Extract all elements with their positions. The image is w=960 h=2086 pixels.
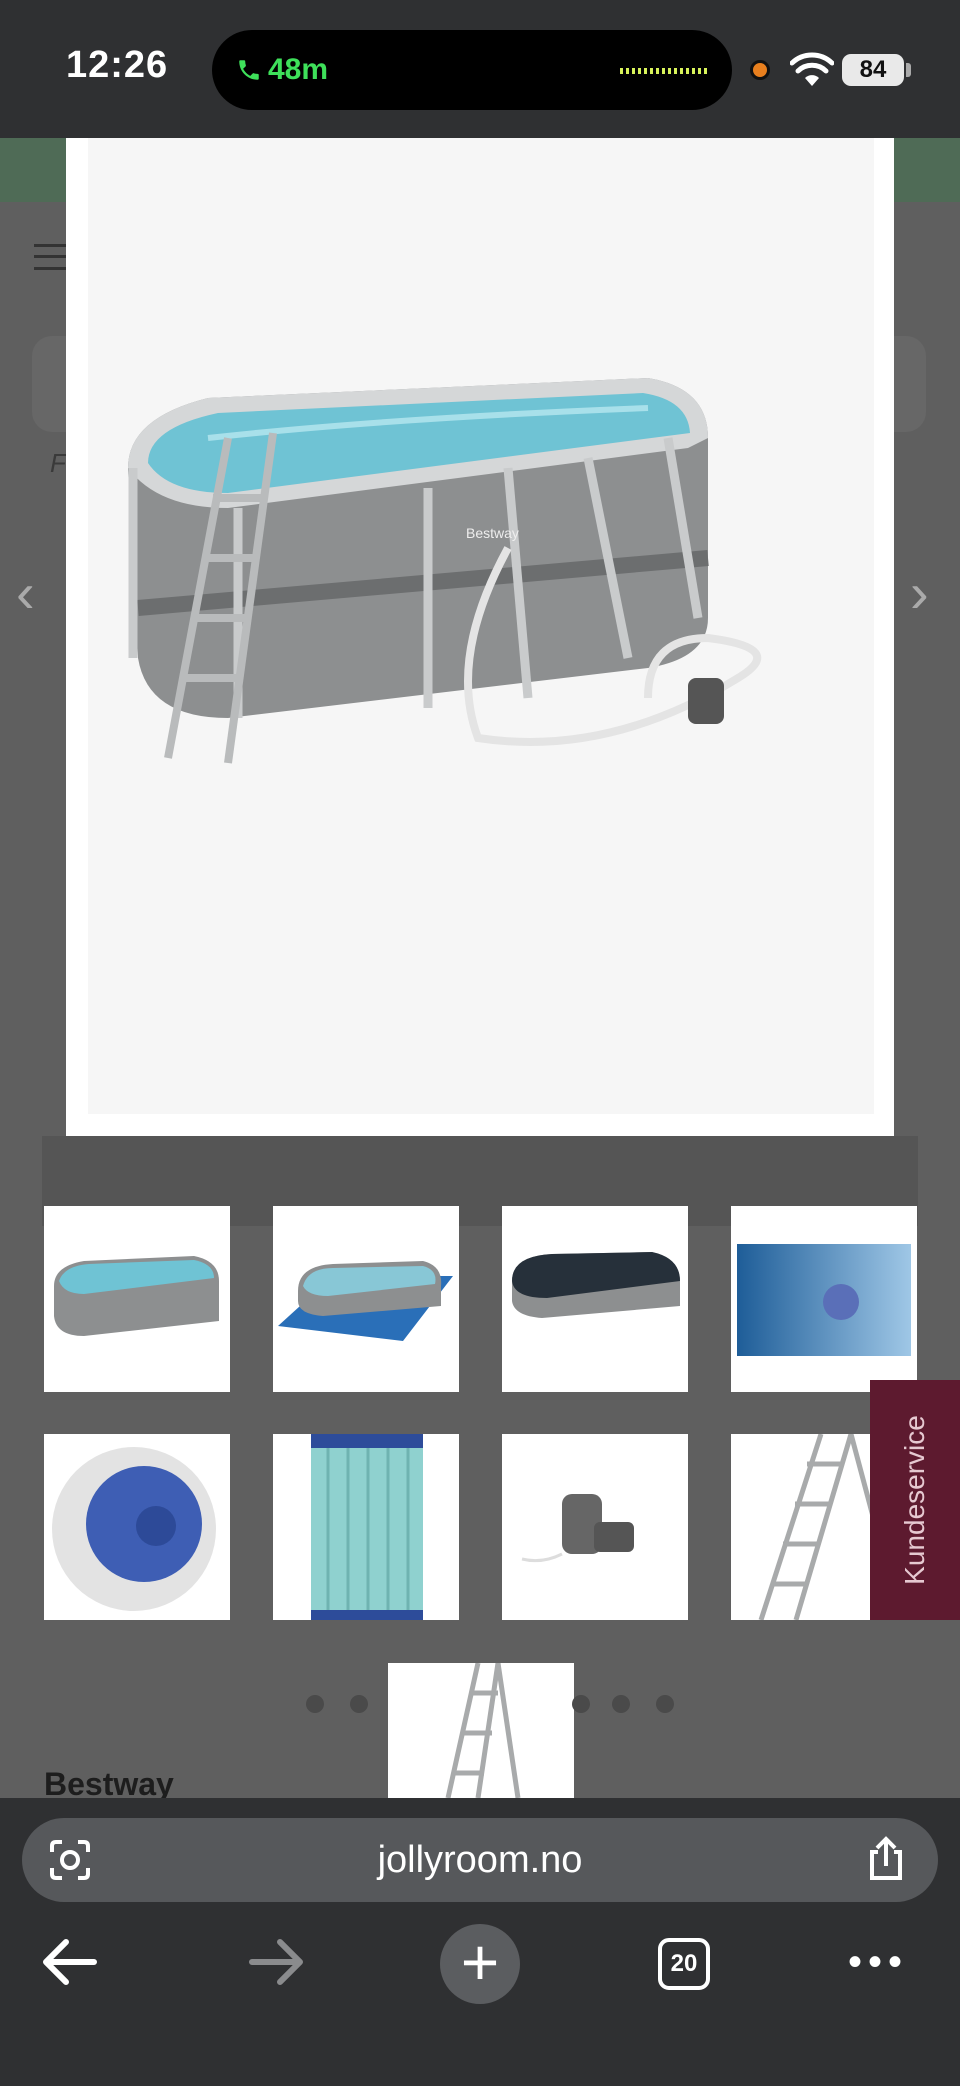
filter-cartridge-thumb-image — [311, 1434, 423, 1620]
cover-thumb-image — [512, 1252, 680, 1318]
address-bar[interactable]: jollyroom.no — [22, 1818, 938, 1902]
gallery-next-arrow-icon[interactable]: › — [910, 560, 929, 625]
thumb-skimmer-water[interactable] — [731, 1206, 917, 1392]
phone-icon — [239, 60, 259, 80]
groundcloth-thumb-image — [278, 1261, 453, 1341]
hamburger-menu-icon[interactable] — [34, 244, 68, 270]
breadcrumb: F — [50, 448, 66, 478]
visual-search-icon[interactable] — [48, 1838, 92, 1882]
thumb-pool-full[interactable] — [44, 1206, 230, 1392]
thumb-ladder-2[interactable] — [388, 1663, 574, 1798]
forward-arrow-icon[interactable] — [246, 1936, 306, 1988]
filter-pump-thumb-image — [521, 1494, 634, 1563]
battery-indicator: 84 — [842, 54, 904, 86]
url-text[interactable]: jollyroom.no — [22, 1818, 938, 1902]
new-tab-plus-icon[interactable]: + — [440, 1924, 520, 2004]
skimmer-part-thumb-image — [52, 1447, 216, 1611]
ladder-2-thumb-image — [445, 1663, 521, 1798]
battery-nub-icon — [906, 63, 911, 77]
kundeservice-label: Kundeservice — [899, 1415, 930, 1585]
tab-switcher-button[interactable]: 20 — [658, 1938, 710, 1990]
status-time: 12:26 — [66, 44, 169, 86]
pool-main-image: Bestway — [128, 378, 762, 764]
skimmer-water-thumb-image — [737, 1244, 911, 1356]
gallery-dot[interactable] — [306, 1695, 324, 1713]
gallery-dot[interactable] — [350, 1695, 368, 1713]
call-duration: 48m — [268, 53, 329, 86]
audio-wave-icon — [620, 68, 708, 74]
kundeservice-tab[interactable]: Kundeservice — [870, 1380, 960, 1620]
lightbox-image-area: Bestway — [88, 138, 874, 1114]
image-lightbox[interactable]: Bestway — [66, 138, 894, 1136]
pool-thumb-image — [54, 1256, 219, 1336]
pool-brand-print: Bestway — [466, 525, 519, 541]
more-menu-icon[interactable]: ••• — [848, 1942, 908, 1982]
thumb-skimmer-part[interactable] — [44, 1434, 230, 1620]
wifi-icon — [790, 52, 834, 86]
gallery-dot[interactable] — [656, 1695, 674, 1713]
call-indicator: 48m — [236, 50, 328, 90]
gallery-dot[interactable] — [612, 1695, 630, 1713]
gallery-prev-arrow-icon[interactable]: ‹ — [16, 560, 35, 625]
dynamic-island[interactable]: 48m — [212, 30, 732, 110]
gallery-dot[interactable] — [572, 1695, 590, 1713]
mic-indicator-icon — [750, 60, 770, 80]
thumb-filter-pump[interactable] — [502, 1434, 688, 1620]
thumb-filter-cartridge[interactable] — [273, 1434, 459, 1620]
thumb-pool-groundcloth[interactable] — [273, 1206, 459, 1392]
thumb-pool-cover[interactable] — [502, 1206, 688, 1392]
share-icon[interactable] — [864, 1836, 908, 1882]
back-arrow-icon[interactable] — [40, 1936, 100, 1988]
